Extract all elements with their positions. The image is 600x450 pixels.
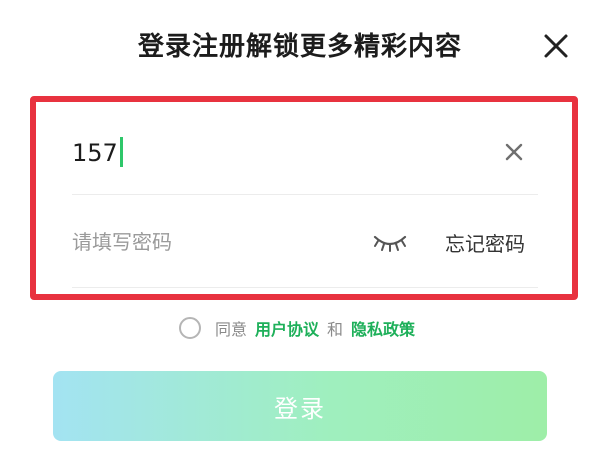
password-input[interactable] (72, 225, 332, 259)
eye-closed-icon (373, 235, 407, 252)
password-row: 忘记密码 (72, 195, 538, 288)
agreement-row: 同意 用户协议 和 隐私政策 (0, 316, 600, 340)
agreement-conjunction: 和 (327, 320, 344, 339)
clear-phone-button[interactable] (502, 140, 526, 164)
privacy-policy-link[interactable]: 隐私政策 (351, 316, 415, 340)
agreement-radio[interactable] (178, 317, 201, 339)
login-form-highlight: 157 忘记密码 (30, 96, 578, 300)
toggle-password-visibility-button[interactable] (370, 229, 410, 255)
forgot-password-link[interactable]: 忘记密码 (445, 228, 525, 257)
phone-value: 157 (72, 139, 118, 167)
close-icon (544, 34, 568, 58)
phone-row: 157 (72, 102, 538, 195)
clear-icon (505, 143, 523, 161)
text-caret (119, 137, 123, 167)
page-title: 登录注册解锁更多精彩内容 (137, 32, 462, 62)
close-button[interactable] (540, 30, 572, 62)
phone-input[interactable]: 157 (72, 136, 123, 170)
user-agreement-link[interactable]: 用户协议 (255, 316, 319, 340)
agreement-prefix: 同意 (214, 320, 247, 339)
login-button[interactable]: 登录 (53, 371, 547, 441)
